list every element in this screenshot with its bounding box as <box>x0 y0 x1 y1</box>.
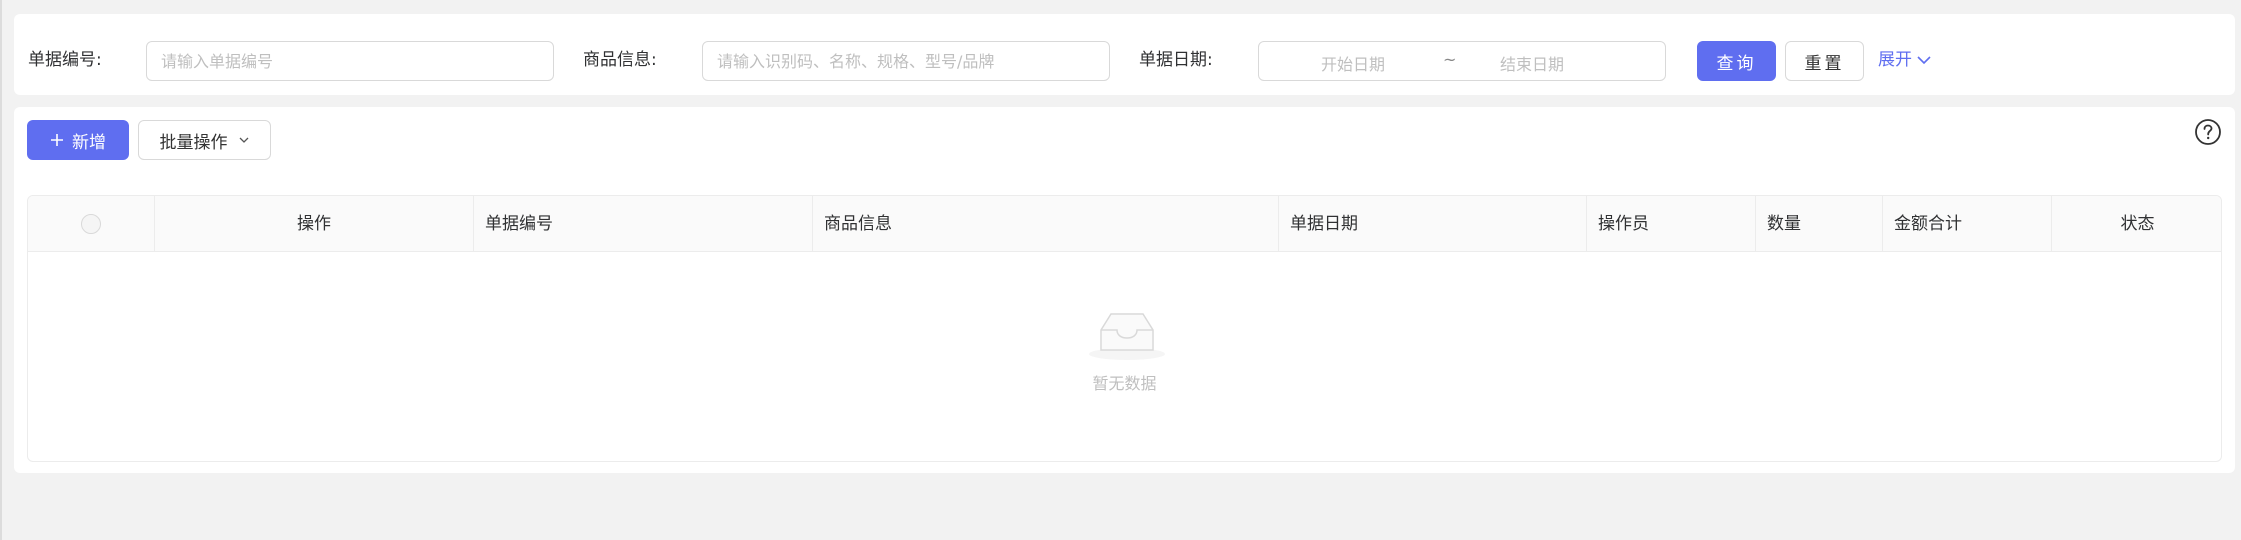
empty-text: 暂无数据 <box>1092 374 1157 393</box>
reset-button[interactable]: 重置 <box>1785 41 1864 81</box>
date-separator: ~ <box>1443 50 1457 69</box>
empty-state: 暂无数据 <box>28 252 2221 461</box>
column-header[interactable]: 商品信息 <box>812 196 1278 252</box>
doc-no-input[interactable] <box>146 41 554 81</box>
expand-toggle[interactable]: 展开 <box>1878 48 1932 72</box>
question-circle-icon[interactable] <box>2194 118 2222 146</box>
chevron-down-icon <box>1917 56 1931 65</box>
window-edge <box>0 0 2 540</box>
column-header[interactable]: 金额合计 <box>1882 196 2051 252</box>
doc-no-label: 单据编号: <box>28 50 102 70</box>
column-header[interactable]: 单据编号 <box>473 196 812 252</box>
date-start-input[interactable]: 开始日期 <box>1321 51 1385 75</box>
select-all-checkbox[interactable] <box>81 214 101 234</box>
expand-label: 展开 <box>1878 50 1912 70</box>
main-panel: 新增 批量操作 操作 单据编号 商品信息 单据日期 操作员 数量 金额合计 状态 <box>14 107 2235 473</box>
date-label: 单据日期: <box>1139 50 1213 70</box>
date-end-input[interactable]: 结束日期 <box>1500 51 1564 75</box>
product-label: 商品信息: <box>583 50 657 70</box>
column-header[interactable]: 数量 <box>1755 196 1882 252</box>
column-header[interactable]: 操作员 <box>1586 196 1755 252</box>
plus-icon <box>51 134 63 146</box>
column-header[interactable]: 操作 <box>154 196 473 252</box>
batch-operation-dropdown[interactable]: 批量操作 <box>138 120 271 160</box>
batch-operation-label: 批量操作 <box>159 132 228 153</box>
query-button[interactable]: 查询 <box>1697 41 1776 81</box>
product-input[interactable] <box>702 41 1110 81</box>
chevron-down-icon <box>239 137 248 143</box>
empty-inbox-icon <box>1089 313 1165 360</box>
select-all-column <box>28 196 154 252</box>
column-header[interactable]: 状态 <box>2051 196 2221 252</box>
add-button[interactable]: 新增 <box>27 120 129 160</box>
filter-panel: 单据编号: 商品信息: 单据日期: 开始日期 ~ 结束日期 查询 重置 展开 <box>14 14 2235 95</box>
add-button-label: 新增 <box>72 132 106 153</box>
column-header[interactable]: 单据日期 <box>1278 196 1586 252</box>
date-range-picker[interactable]: 开始日期 ~ 结束日期 <box>1258 41 1666 81</box>
data-table: 操作 单据编号 商品信息 单据日期 操作员 数量 金额合计 状态 暂无数据 <box>27 195 2222 462</box>
table-header: 操作 单据编号 商品信息 单据日期 操作员 数量 金额合计 状态 <box>28 196 2221 252</box>
